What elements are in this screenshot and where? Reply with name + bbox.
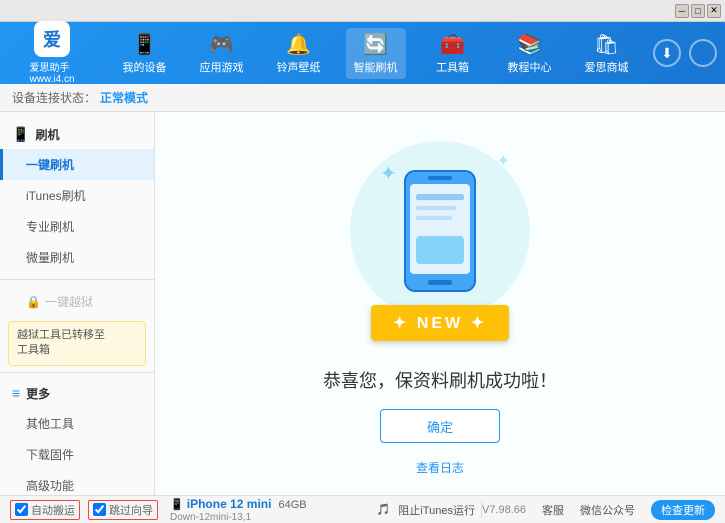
nav-items: 📱 我的设备 🎮 应用游戏 🔔 铃声壁纸 🔄 智能刷机 🧰 工具箱 📚 教程中心… [106,28,645,79]
lock-icon: 🔒 [26,295,41,309]
sidebar: 📱 刷机 一键刷机 iTunes刷机 专业刷机 微量刷机 🔒 一键越狱 越狱工具… [0,112,155,495]
nav-mall[interactable]: 🛍 爱思商城 [577,28,637,79]
nav-right: ⬇ 👤 [653,39,717,67]
sidebar-download-firmware[interactable]: 下载固件 [0,439,154,470]
section-flash: 📱 刷机 [0,120,154,149]
ringtone-icon: 🔔 [286,32,311,57]
title-bar: ─ □ ✕ [0,0,725,22]
phone-svg [400,166,480,296]
device-info: 📱 iPhone 12 mini 64GB Down-12mini-13,1 [170,497,307,523]
confirm-button[interactable]: 确定 [380,409,500,443]
sidebar-pro-flash[interactable]: 专业刷机 [0,211,154,242]
bottom-right: V7.98.66 客服 微信公众号 检查更新 [482,500,715,520]
nav-ringtone[interactable]: 🔔 铃声壁纸 [269,28,329,79]
close-btn[interactable]: ✕ [707,4,721,18]
phone-circle-bg: ✦ ✦ [350,141,530,321]
itunes-icon: 🎵 [377,503,391,516]
more-section-icon: ≡ [12,385,20,401]
download-btn[interactable]: ⬇ [653,39,681,67]
sparkle-tr-icon: ✦ [497,151,510,171]
auto-import-checkbox[interactable] [15,503,28,516]
tutorial-icon: 📚 [517,32,542,57]
check-update-btn[interactable]: 检查更新 [651,500,715,520]
smart-flash-icon: 🔄 [363,32,388,57]
user-btn[interactable]: 👤 [689,39,717,67]
maximize-btn[interactable]: □ [691,4,705,18]
sparkle-tl-icon: ✦ [380,161,397,186]
section-more: ≡ 更多 [0,379,154,408]
skip-wizard-checkbox-item: 跳过向导 [88,500,158,520]
phone-illustration: ✦ ✦ [340,131,540,331]
logo-text: 爱思助手 www.i4.cn [29,59,74,85]
mall-icon: 🛍 [594,32,619,57]
sidebar-one-key-flash[interactable]: 一键刷机 [0,149,154,180]
device-storage: 64GB [279,499,307,511]
itunes-status-area: 🎵 阻止iTunes运行 [377,502,482,518]
top-nav: 爱 爱思助手 www.i4.cn 📱 我的设备 🎮 应用游戏 🔔 铃声壁纸 🔄 … [0,22,725,84]
minimize-btn[interactable]: ─ [675,4,689,18]
toolbox-icon: 🧰 [440,32,465,57]
divider-2 [0,372,154,373]
nav-app-game[interactable]: 🎮 应用游戏 [192,28,252,79]
status-bar: 设备连接状态： 正常模式 [0,84,725,112]
app-game-icon: 🎮 [209,32,234,57]
customer-service-link[interactable]: 客服 [542,502,564,518]
sidebar-other-tools[interactable]: 其他工具 [0,408,154,439]
logo-area: 爱 爱思助手 www.i4.cn [8,21,96,85]
daily-log-link[interactable]: 查看日志 [416,459,464,476]
skip-wizard-checkbox[interactable] [93,503,106,516]
sidebar-advanced[interactable]: 高级功能 [0,470,154,495]
device-icon: 📱 [170,499,187,511]
sidebar-jailbreak-disabled: 🔒 一键越狱 [0,286,154,317]
success-message: 恭喜您，保资料刷机成功啦！ [323,367,557,393]
sidebar-micro-flash[interactable]: 微量刷机 [0,242,154,273]
new-badge: ✦ NEW ✦ [371,305,509,341]
bottom-left: 自动搬运 跳过向导 📱 iPhone 12 mini 64GB Down-12m… [10,497,377,523]
auto-import-checkbox-item: 自动搬运 [10,500,80,520]
sidebar-itunes-flash[interactable]: iTunes刷机 [0,180,154,211]
content-area: ✦ ✦ [155,112,725,495]
flash-section-icon: 📱 [12,126,29,143]
sidebar-jailbreak-note: 越狱工具已转移至工具箱 [8,321,146,366]
bottom-bar: 自动搬运 跳过向导 📱 iPhone 12 mini 64GB Down-12m… [0,495,725,523]
nav-my-device[interactable]: 📱 我的设备 [115,28,175,79]
nav-smart-flash[interactable]: 🔄 智能刷机 [346,28,406,79]
my-device-icon: 📱 [132,32,157,57]
main-layout: 📱 刷机 一键刷机 iTunes刷机 专业刷机 微量刷机 🔒 一键越狱 越狱工具… [0,112,725,495]
divider-1 [0,279,154,280]
nav-toolbox[interactable]: 🧰 工具箱 [423,28,483,79]
wechat-public-link[interactable]: 微信公众号 [580,502,635,518]
logo-icon: 爱 [34,21,70,57]
center-content: ✦ ✦ [323,131,557,476]
nav-tutorial[interactable]: 📚 教程中心 [500,28,560,79]
